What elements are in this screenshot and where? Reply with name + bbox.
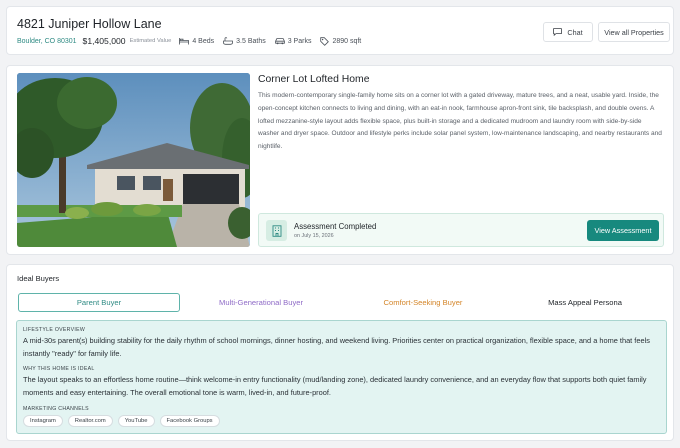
assessment-title: Assessment Completed [294, 222, 377, 231]
ideal-buyers-title: Ideal Buyers [17, 274, 60, 283]
chat-button-label: Chat [567, 27, 583, 37]
property-address: 4821 Juniper Hollow Lane [17, 17, 162, 31]
channel-chip: Instagram [23, 415, 63, 427]
property-photo [17, 73, 250, 247]
channel-chip: Facebook Groups [159, 415, 220, 427]
building-icon [266, 220, 287, 241]
tab-comfort-seeking-buyer[interactable]: Comfort-Seeking Buyer [342, 293, 504, 312]
view-assessment-button[interactable]: View Assessment [587, 220, 659, 241]
beds-label: 4 Beds [192, 37, 215, 45]
lifestyle-overview-label: LIFESTYLE OVERVIEW [23, 327, 86, 333]
property-meta: Boulder, CO 80301 $1,405,000 Estimated V… [17, 36, 370, 46]
tab-parent-buyer[interactable]: Parent Buyer [18, 293, 180, 312]
channel-chip: YouTube [117, 415, 155, 427]
bed-icon [179, 38, 190, 45]
parks-label: 3 Parks [287, 37, 312, 45]
assessment-date: on July 15, 2026 [294, 233, 334, 239]
property-header: 4821 Juniper Hollow Lane Boulder, CO 803… [6, 6, 674, 55]
property-price: $1,405,000 [82, 36, 126, 46]
sqft-label: 2890 sqft [332, 37, 362, 45]
price-note: Estimated Value [129, 38, 172, 44]
beds-feature: 4 Beds [179, 37, 214, 45]
why-ideal-text: The layout speaks to an effortless home … [23, 375, 647, 397]
parks-feature: 3 Parks [274, 37, 312, 45]
baths-feature: 3.5 Baths [223, 37, 266, 45]
ideal-buyers-card: Ideal Buyers Parent Buyer Multi-Generati… [6, 264, 674, 441]
bath-icon [223, 37, 234, 45]
chat-button[interactable]: Chat [543, 22, 593, 42]
channel-chip: Realtor.com [67, 415, 113, 427]
tab-mass-appeal-persona[interactable]: Mass Appeal Persona [504, 293, 666, 312]
assessment-panel: Assessment Completed on July 15, 2026 Vi… [258, 213, 664, 247]
why-ideal-label: WHY THIS HOME IS IDEAL [23, 366, 95, 372]
chat-icon [553, 28, 563, 36]
tab-multi-generational-buyer[interactable]: Multi-Generational Buyer [180, 293, 342, 312]
lifestyle-overview-text: A mid-30s parent(s) building stability f… [23, 336, 650, 358]
property-card: Corner Lot Lofted Home This modern-conte… [6, 65, 674, 255]
property-description: This modern-contemporary single-family h… [258, 92, 662, 151]
property-city: Boulder, CO 80301 [17, 37, 77, 45]
property-name: Corner Lot Lofted Home [258, 74, 370, 85]
tag-icon [320, 36, 330, 46]
car-icon [274, 38, 285, 45]
sqft-feature: 2890 sqft [320, 36, 362, 46]
view-all-properties-button[interactable]: View all Properties [598, 22, 670, 42]
persona-panel: LIFESTYLE OVERVIEW A mid-30s parent(s) b… [16, 320, 667, 434]
marketing-channels-label: MARKETING CHANNELS [23, 406, 89, 412]
baths-label: 3.5 Baths [236, 37, 266, 45]
marketing-channels: Instagram Realtor.com YouTube Facebook G… [23, 415, 225, 427]
